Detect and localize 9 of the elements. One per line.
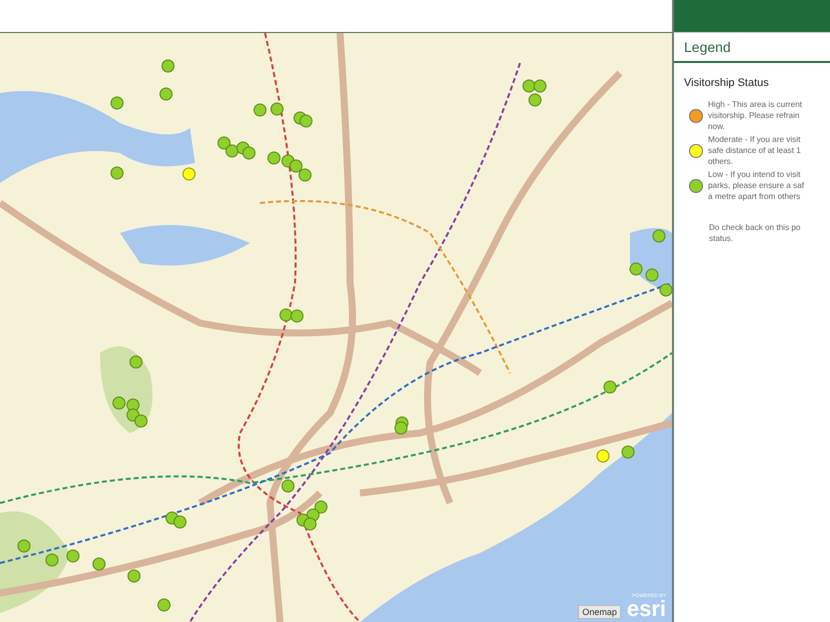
legend-title: Legend	[674, 32, 830, 63]
legend-description: High - This area is current visitorship. Please refrain now.	[708, 99, 802, 132]
legend-note: Do check back on this po status.	[709, 222, 802, 244]
location-marker[interactable]	[660, 284, 672, 296]
map-attribution: Onemap	[578, 605, 621, 619]
section-heading: Visitorship Status	[684, 77, 770, 89]
legend-description: Moderate - If you are visit safe distance of at least 1 others.	[708, 134, 801, 167]
logo-text: esri	[626, 599, 666, 619]
legend-description: Low - If you intend to visit parks, please ensure a saf a metre apart from others	[708, 169, 804, 202]
